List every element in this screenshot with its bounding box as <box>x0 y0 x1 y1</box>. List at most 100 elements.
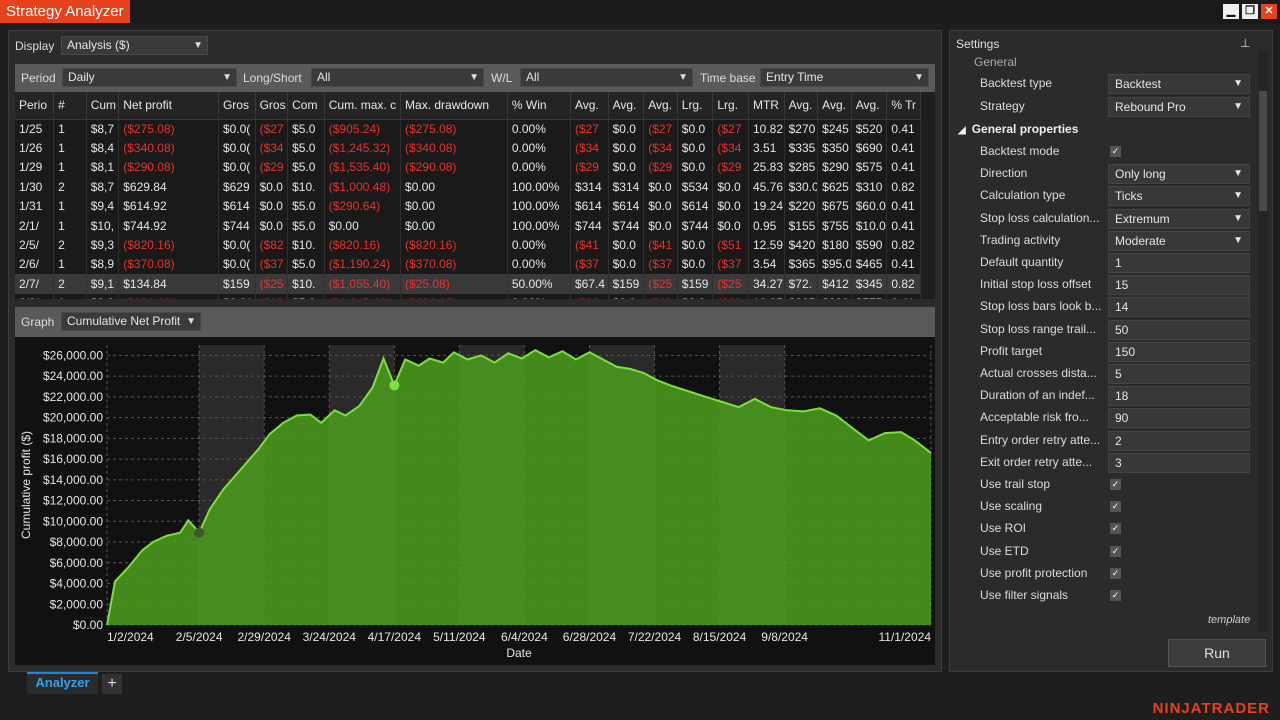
prop-label: Use filter signals <box>980 588 1069 602</box>
table-row[interactable]: 2/6/1 $8,9 ($370.08) $0.0(($37 $5.0 ($1,190.2… <box>15 254 921 275</box>
table-row[interactable]: 1/26 1 $8,4 ($340.08) $0.0(($34 $5.0 ($1,245.3… <box>15 138 921 158</box>
brand-logo: NINJATRADER <box>1152 700 1270 717</box>
prop-input[interactable]: 2 <box>1108 430 1250 451</box>
tab-analyzer[interactable]: Analyzer <box>27 672 98 694</box>
prop-row: Use ROI ✓ <box>950 518 1260 540</box>
table-cell: $270 <box>784 119 819 139</box>
table-cell: $95.0 <box>817 254 852 275</box>
table-cell: $9,4 <box>86 196 120 216</box>
table-cell: $675 <box>817 196 852 216</box>
table-cell: $245 <box>817 119 852 139</box>
cumulative-profit-chart[interactable]: $0.00 $2,000.00 $4,000.00 $6,000.00 $8,000.0… <box>15 337 935 665</box>
run-button[interactable]: Run <box>1168 639 1266 667</box>
grid-scrollbar[interactable] <box>921 92 935 299</box>
column-header[interactable]: Avg. <box>608 92 645 120</box>
table-cell: ($820.16) <box>324 235 402 255</box>
longshort-dropdown[interactable]: All ▼ <box>311 68 484 87</box>
checkbox[interactable]: ✓ <box>1110 523 1121 535</box>
prop-input[interactable]: 90 <box>1108 408 1250 429</box>
display-dropdown[interactable]: Analysis ($) ▼ <box>61 36 208 55</box>
column-header[interactable]: % Tr <box>886 92 921 120</box>
restore-button[interactable]: ❐ <box>1242 4 1258 19</box>
prop-label: Initial stop loss offset <box>980 277 1092 292</box>
table-cell: ($29 <box>712 293 749 299</box>
column-header[interactable]: Com <box>287 92 325 120</box>
graph-dropdown[interactable]: Cumulative Net Profit ▼ <box>61 312 201 331</box>
table-cell: $0.0 <box>608 138 645 158</box>
wl-dropdown[interactable]: All ▼ <box>520 68 693 87</box>
checkbox[interactable]: ✓ <box>1110 479 1121 490</box>
prop-input[interactable]: 3 <box>1108 452 1250 473</box>
table-cell: $8,1 <box>86 157 120 178</box>
column-header[interactable]: Perio <box>15 92 55 120</box>
column-header[interactable]: Avg. <box>784 92 819 120</box>
prop-input[interactable]: 150 <box>1108 341 1250 362</box>
prop-input[interactable]: 5 <box>1108 364 1250 384</box>
period-dropdown[interactable]: Daily ▼ <box>62 68 237 87</box>
table-row[interactable]: 1/31 1 $9,4 $614.92 $614 $0.0 $5.0 ($290.64) $0.… <box>15 196 921 216</box>
general-properties-group[interactable]: ◢ General properties <box>958 118 1258 140</box>
prop-input[interactable]: 1 <box>1108 253 1250 273</box>
column-header[interactable]: Lrg. <box>712 92 749 120</box>
column-header[interactable]: Gros <box>218 92 256 120</box>
prop-label: Exit order retry atte... <box>980 454 1093 469</box>
prop-select[interactable]: Moderate ▼ <box>1108 230 1250 251</box>
chevron-down-icon: ▼ <box>193 40 203 51</box>
results-grid[interactable]: Perio # Cum Net profit Gros Gros Com Cum. max. … <box>15 92 935 299</box>
checkbox[interactable]: ✓ <box>1110 590 1121 601</box>
prop-input[interactable]: 18 <box>1108 386 1250 407</box>
prop-input[interactable]: 50 <box>1108 319 1250 340</box>
prop-value: Ticks <box>1115 189 1143 204</box>
backtest-type-select[interactable]: Backtest ▼ <box>1108 74 1250 94</box>
column-header[interactable]: Avg. <box>570 92 609 120</box>
table-cell: $8,4 <box>86 138 120 158</box>
table-cell: $0.0 <box>677 157 714 178</box>
table-cell: ($820.16) <box>400 235 508 255</box>
table-cell: ($27 <box>643 119 678 139</box>
column-header[interactable]: Lrg. <box>677 92 714 120</box>
add-tab-button[interactable]: + <box>102 674 122 694</box>
scrollbar-thumb[interactable] <box>1259 91 1267 211</box>
y-tick-label: $8,000.00 <box>50 535 104 549</box>
close-button[interactable]: ✕ <box>1261 4 1277 19</box>
prop-select[interactable]: Ticks ▼ <box>1108 186 1250 207</box>
checkbox[interactable]: ✓ <box>1110 567 1121 579</box>
timebase-dropdown[interactable]: Entry Time ▼ <box>760 68 929 87</box>
column-header[interactable]: Gros <box>255 92 289 120</box>
prop-select[interactable]: Extremum ▼ <box>1108 208 1250 229</box>
checkbox[interactable]: ✓ <box>1110 501 1121 513</box>
minimize-button[interactable]: ▁ <box>1223 4 1239 19</box>
checkbox[interactable]: ✓ <box>1110 146 1121 157</box>
column-header[interactable]: Avg. <box>817 92 852 120</box>
template-link[interactable]: template <box>1208 614 1250 626</box>
table-row[interactable]: 1/30 2 $8,7 $629.84 $629 $0.0 $10. ($1,000.48) $… <box>15 177 921 197</box>
table-cell: ($34 <box>255 138 289 158</box>
table-cell: $9,3 <box>86 235 120 255</box>
table-cell: ($41 <box>570 235 609 255</box>
table-row[interactable]: 2/7/2 $9,1 $134.84 $159 ($25 $10. ($1,055.40)(… <box>15 274 921 294</box>
pin-icon[interactable]: ⊥ <box>1240 36 1250 50</box>
column-header[interactable]: MTR <box>748 92 785 120</box>
column-header[interactable]: Cum. max. c <box>324 92 402 120</box>
column-header[interactable]: # <box>53 92 87 120</box>
prop-label: Trading activity <box>980 232 1061 247</box>
table-row[interactable]: 1/29 1 $8,1 ($290.08) $0.0(($29 $5.0 ($1,535.4… <box>15 157 921 178</box>
column-header[interactable]: Avg. <box>643 92 678 120</box>
strategy-select[interactable]: Rebound Pro ▼ <box>1108 97 1250 117</box>
column-header[interactable]: % Win <box>507 92 571 120</box>
column-header[interactable]: Avg. <box>851 92 888 120</box>
table-row[interactable]: 2/5/2 $9,3 ($820.16) $0.0(($82 $10. ($820.16)… <box>15 235 921 255</box>
table-row[interactable]: 2/8/1$8,9($290.08)$0.0(($29$5.0($1,345.4… <box>15 293 921 299</box>
column-header[interactable]: Cum <box>86 92 120 120</box>
prop-input[interactable]: 15 <box>1108 275 1250 296</box>
table-row[interactable]: 1/25 1 $8,7 ($275.08) $0.0(($27 $5.0 ($905.24)… <box>15 119 921 139</box>
table-cell: $755 <box>817 215 852 236</box>
settings-scrollbar[interactable] <box>1258 51 1268 631</box>
column-header[interactable]: Net profit <box>118 92 219 120</box>
prop-input[interactable]: 14 <box>1108 297 1250 318</box>
prop-select[interactable]: Only long ▼ <box>1108 164 1250 185</box>
checkbox[interactable]: ✓ <box>1110 545 1121 557</box>
table-row[interactable]: 2/1/1 $10, $744.92 $744 $0.0 $5.0 $0.00 $0.00 10… <box>15 215 921 236</box>
column-header[interactable]: Max. drawdown <box>400 92 508 120</box>
y-tick-label: $26,000.00 <box>43 348 103 362</box>
